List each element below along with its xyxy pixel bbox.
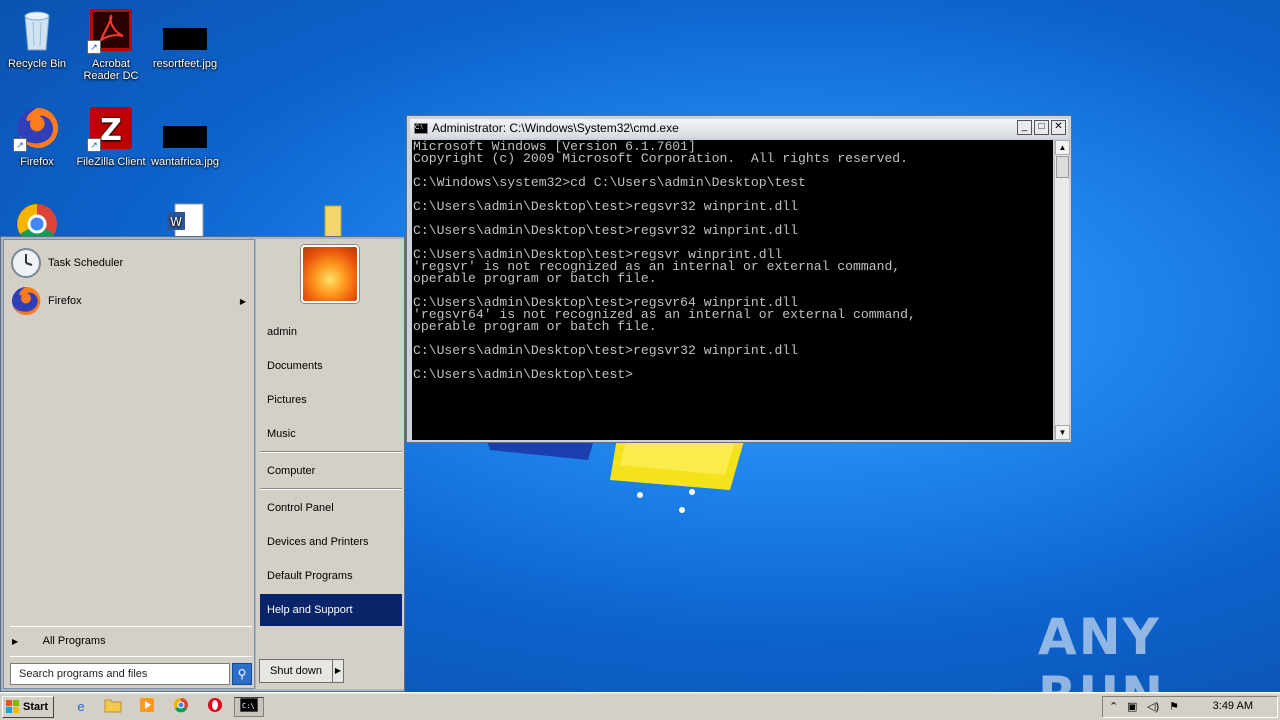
show-hidden-icons-icon[interactable]: ⌃ (1109, 700, 1118, 713)
taskbar-cmd-button[interactable]: C:\ (234, 697, 264, 717)
chrome-icon[interactable] (170, 697, 192, 717)
start-program-task-scheduler[interactable]: Task Scheduler (10, 246, 254, 280)
start-item-computer[interactable]: Computer (260, 455, 402, 487)
media-player-icon[interactable] (136, 697, 158, 717)
close-button[interactable]: ✕ (1051, 120, 1066, 135)
acrobat-icon: ↗ (87, 6, 135, 54)
anyrun-watermark: ANY RUN (1038, 608, 1163, 692)
divider (260, 451, 402, 453)
firefox-icon (12, 286, 41, 315)
start-item-pictures[interactable]: Pictures (260, 384, 402, 416)
svg-text:Z: Z (100, 113, 122, 148)
taskbar: Start e C:\ ⌃ ▣ ◁) ⚑ 3:49 AM (0, 692, 1280, 720)
all-programs-button[interactable]: ▶ All Programs (12, 635, 106, 647)
firefox-icon: ↗ (13, 104, 61, 152)
system-tray: ⌃ ▣ ◁) ⚑ 3:49 AM (1102, 696, 1278, 718)
cmd-output-line: C:\Users\admin\Desktop\test>regsvr32 win… (413, 199, 799, 214)
cmd-output-line: Copyright (c) 2009 Microsoft Corporation… (413, 151, 909, 166)
clock[interactable]: 3:49 AM (1213, 700, 1253, 712)
divider (10, 656, 252, 657)
start-item-devices-printers[interactable]: Devices and Printers (260, 526, 402, 558)
cmd-output-line: C:\Users\admin\Desktop\test>regsvr32 win… (413, 223, 799, 238)
svg-text:C:\: C:\ (242, 702, 255, 710)
start-item-help-support[interactable]: Help and Support (260, 594, 402, 626)
volume-icon[interactable]: ◁) (1147, 700, 1159, 713)
cmd-output-line: operable program or batch file. (413, 319, 657, 334)
action-center-flag-icon[interactable]: ⚑ (1169, 700, 1179, 713)
cmd-console-output[interactable]: Microsoft Windows [Version 6.1.7601] Copy… (412, 140, 1053, 440)
cmd-output-line: C:\Windows\system32>cd C:\Users\admin\De… (413, 175, 806, 190)
cmd-output-line: C:\Users\admin\Desktop\test> (413, 367, 634, 382)
desktop-icon-recycle-bin[interactable]: Recycle Bin (0, 6, 74, 70)
scroll-up-icon[interactable]: ▲ (1055, 140, 1070, 155)
desktop-icon-acrobat[interactable]: ↗ Acrobat Reader DC (74, 6, 148, 82)
image-file-icon (161, 6, 209, 54)
start-program-firefox[interactable]: Firefox ▶ (10, 284, 254, 318)
cmd-scrollbar[interactable]: ▲ ▼ (1054, 140, 1070, 440)
cmd-output-line: C:\Users\admin\Desktop\test>regsvr32 win… (413, 343, 799, 358)
start-item-control-panel[interactable]: Control Panel (260, 492, 402, 524)
divider (10, 626, 252, 627)
start-button[interactable]: Start (2, 696, 54, 718)
filezilla-icon: Z ↗ (87, 104, 135, 152)
clock-icon (11, 248, 41, 278)
cmd-app-icon: C:\ (414, 123, 428, 134)
shutdown-button[interactable]: Shut down (259, 659, 333, 683)
start-menu: Task Scheduler Firefox ▶ ▶ All Programs … (0, 236, 405, 692)
recycle-bin-icon (13, 6, 61, 54)
maximize-button[interactable]: □ (1034, 120, 1049, 135)
search-icon[interactable]: ⚲ (232, 663, 252, 685)
desktop-icon-filezilla[interactable]: Z ↗ FileZilla Client (74, 104, 148, 168)
window-controls: _ □ ✕ (1017, 120, 1066, 135)
network-icon[interactable]: ▣ (1127, 700, 1137, 713)
minimize-button[interactable]: _ (1017, 120, 1032, 135)
start-menu-programs-pane: Task Scheduler Firefox ▶ ▶ All Programs … (3, 239, 255, 689)
user-avatar[interactable] (301, 245, 359, 303)
arrow-right-icon: ▶ (12, 637, 19, 646)
search-input[interactable]: Search programs and files (10, 663, 230, 685)
submenu-arrow-icon: ▶ (239, 296, 246, 306)
cmd-title-bar[interactable]: C:\ Administrator: C:\Windows\System32\c… (410, 119, 1068, 138)
desktop-icon-firefox[interactable]: ↗ Firefox (0, 104, 74, 168)
cmd-title: Administrator: C:\Windows\System32\cmd.e… (432, 121, 679, 135)
start-item-admin[interactable]: admin (260, 316, 402, 348)
start-item-music[interactable]: Music (260, 418, 402, 450)
desktop-icon-wantafrica[interactable]: wantafrica.jpg (148, 104, 222, 168)
svg-text:W: W (170, 215, 182, 229)
scroll-down-icon[interactable]: ▼ (1055, 425, 1070, 440)
shortcut-arrow-icon: ↗ (87, 40, 101, 54)
windows-logo-icon (6, 700, 19, 713)
opera-icon[interactable] (204, 697, 226, 717)
divider (260, 488, 402, 490)
explorer-folder-icon[interactable] (102, 697, 124, 717)
shortcut-arrow-icon: ↗ (13, 138, 27, 152)
start-item-default-programs[interactable]: Default Programs (260, 560, 402, 592)
cmd-output-line: operable program or batch file. (413, 271, 657, 286)
start-menu-places-pane: admin Documents Pictures Music Computer … (256, 239, 404, 689)
image-file-icon (161, 104, 209, 152)
shortcut-arrow-icon: ↗ (87, 138, 101, 152)
internet-explorer-icon[interactable]: e (70, 697, 92, 717)
cmd-window[interactable]: C:\ Administrator: C:\Windows\System32\c… (406, 115, 1072, 443)
desktop-icon-resortfeet[interactable]: resortfeet.jpg (148, 6, 222, 70)
scroll-thumb[interactable] (1056, 156, 1069, 178)
shutdown-options-icon[interactable]: ▶ (332, 659, 344, 683)
start-item-documents[interactable]: Documents (260, 350, 402, 382)
